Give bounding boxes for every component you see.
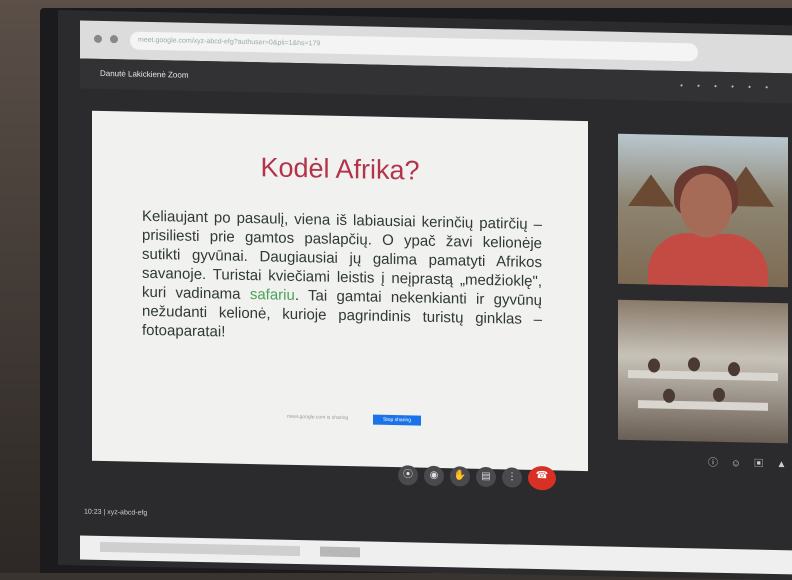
captions-icon[interactable]: ▤ <box>476 466 496 488</box>
back-icon[interactable] <box>94 34 102 43</box>
student <box>688 357 700 372</box>
sharing-notice: meet.google.com is sharing Stop sharing <box>287 413 427 426</box>
participant-video-classroom[interactable] <box>618 299 788 444</box>
slide-highlight: safariu <box>249 286 295 304</box>
reload-icon[interactable] <box>110 35 118 44</box>
meeting-title: Danutė Lakickienė Zoom <box>100 68 189 80</box>
raise-hand-icon[interactable]: ✋ <box>450 466 470 487</box>
camera-icon[interactable]: ◉ <box>424 465 444 487</box>
participant-face <box>680 173 732 239</box>
participant-video-teacher[interactable] <box>618 133 788 288</box>
classroom-desk <box>638 400 768 411</box>
student <box>728 362 740 377</box>
presentation-slide: Kodėl Afrika? Keliaujant po pasaulį, vie… <box>92 110 588 472</box>
student <box>663 388 675 403</box>
stop-sharing-button[interactable]: Stop sharing <box>373 414 421 426</box>
side-panel-icons[interactable]: ⓘ ☺ ▣ ▲ <box>708 454 791 471</box>
more-options-icon[interactable]: ⋮ <box>502 467 522 488</box>
address-bar[interactable]: meet.google.com/xyz-abcd-efg?authuser=0&… <box>130 31 698 62</box>
student <box>713 387 725 402</box>
monitor-screen: meet.google.com/xyz-abcd-efg?authuser=0&… <box>58 10 792 580</box>
hut-background <box>628 174 674 207</box>
sharing-text: meet.google.com is sharing <box>287 413 349 422</box>
header-icons[interactable]: • • • • • • <box>680 81 774 92</box>
mic-icon[interactable]: ⦿ <box>398 465 418 486</box>
slide-title: Kodėl Afrika? <box>260 152 420 186</box>
participant-shirt <box>648 232 768 288</box>
slide-body: Keliaujant po pasaulį, viena iš labiausi… <box>142 207 542 348</box>
end-call-button[interactable]: ☎ <box>528 465 556 491</box>
meeting-code: 10:23 | xyz-abcd-efg <box>84 508 148 517</box>
student <box>648 358 660 373</box>
taskbar-item[interactable] <box>100 541 300 557</box>
taskbar-item[interactable] <box>320 546 360 558</box>
